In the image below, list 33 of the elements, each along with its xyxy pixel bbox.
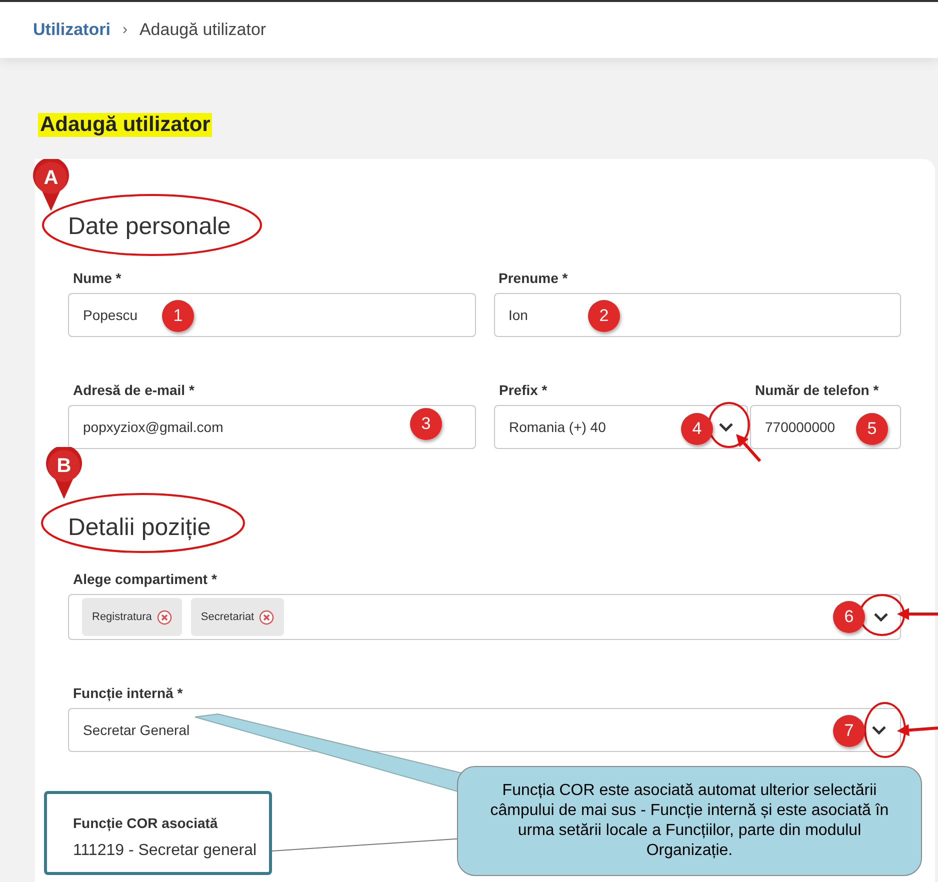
remove-icon[interactable] [156,610,172,624]
section-title: Date personale [68,212,232,242]
field-label: Prefix * [499,381,548,399]
select-value: Secretar General [83,720,190,740]
pin-letter: B [56,454,72,478]
annotation-arrow [897,608,938,620]
pin-letter: A [42,166,60,190]
chip-label: Registratura [92,610,152,625]
highlight-ellipse [708,402,750,448]
highlight-ellipse [864,702,906,758]
chip-label: Secretariat [200,610,254,625]
field-label: Număr de telefon * [755,381,880,399]
annotation-arrow [897,724,938,736]
breadcrumb-current: Adaugă utilizator [139,19,266,42]
remove-icon[interactable] [259,610,274,624]
field-label: Adresă de e-mail * [73,381,196,399]
readonly-label: Funcție COR asociată [73,814,219,832]
page-title: Adaugă utilizator [38,113,212,137]
field-label: Alege compartiment * [73,570,218,588]
chevron-down-icon[interactable] [718,422,734,432]
callout-note: Funcția COR este asociată automat ulterior selectării câmpului de mai sus - Funcție internă și este asociată în urma setării locale a Funcțiilor, parte din modulul Organizație. [457,766,922,876]
section-title: Detalii poziție [68,513,212,543]
annotation-arrow [736,434,762,462]
chevron-down-icon[interactable] [873,612,889,622]
chevron-down-icon[interactable] [871,725,887,735]
readonly-value: 111219 - Secretar general [73,841,258,861]
breadcrumb-link[interactable]: Utilizatori [33,17,110,43]
field-label: Nume * [73,269,122,287]
select-value: Romania (+) 40 [509,418,606,437]
field-label: Funcție internă * [73,684,184,702]
highlight-ellipse [859,594,905,636]
field-label: Prenume * [498,269,569,287]
breadcrumb-separator: › [122,20,128,40]
